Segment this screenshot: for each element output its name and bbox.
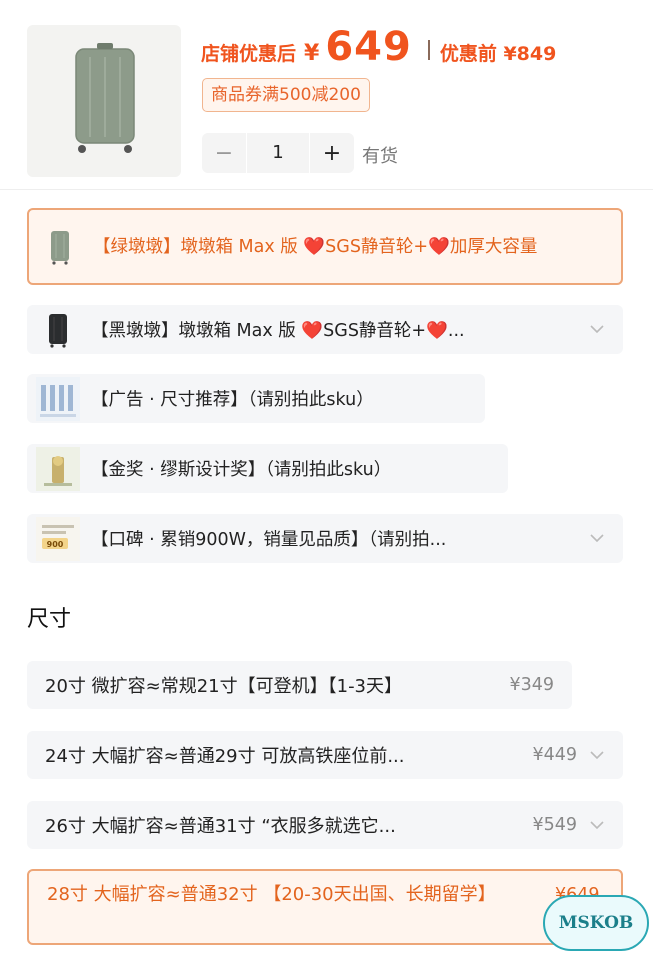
size-price: ¥349 xyxy=(509,675,554,695)
chevron-down-icon[interactable] xyxy=(585,750,609,760)
variant-option-award[interactable]: 【金奖 · 缪斯设计奖】（请别拍此sku） xyxy=(27,444,508,493)
reviews-icon: 900 xyxy=(35,516,81,562)
suitcase-image xyxy=(75,43,135,153)
price-value: 649 xyxy=(325,24,412,70)
decrease-button[interactable]: − xyxy=(202,133,246,173)
size-option-28[interactable]: 28寸 大幅扩容≈普通32寸 【20-30天出国、长期留学】 ¥649 xyxy=(27,869,623,945)
size-label: 20寸 微扩容≈常规21寸【可登机】【1-3天】 xyxy=(45,676,403,697)
size-label: 28寸 大幅扩容≈普通32寸 【20-30天出国、长期留学】 xyxy=(47,884,496,905)
chevron-down-icon[interactable] xyxy=(585,820,609,830)
watermark-logo: MSKOB xyxy=(543,895,649,951)
reviews-icon-number: 900 xyxy=(47,540,64,549)
size-label: 26寸 大幅扩容≈普通31寸 “衣服多就选它... xyxy=(45,816,396,837)
variant-option-size-ad[interactable]: 【广告 · 尺寸推荐】（请别拍此sku） xyxy=(27,374,485,423)
size-label: 24寸 大幅扩容≈普通29寸 可放高铁座位前... xyxy=(45,746,405,767)
price-currency: ¥ xyxy=(304,41,320,66)
variant-option-reviews[interactable]: 900 【口碑 · 累销900W，销量见品质】（请别拍... xyxy=(27,514,623,563)
quantity-stepper: − 1 + xyxy=(202,133,354,173)
variant-option-black[interactable]: 【黑墩墩】墩墩箱 Max 版 ❤️SGS静音轮+❤️... xyxy=(27,305,623,354)
chevron-down-icon[interactable] xyxy=(585,534,609,543)
price-row: 店铺优惠后 ¥ 649 优惠前 ¥849 xyxy=(201,24,556,76)
coupon-badge: 商品券满500减200 xyxy=(202,78,370,112)
price-divider xyxy=(427,40,430,60)
size-option-20[interactable]: 20寸 微扩容≈常规21寸【可登机】【1-3天】 ¥349 xyxy=(27,661,572,709)
quantity-value[interactable]: 1 xyxy=(246,133,310,173)
price-label: 店铺优惠后 xyxy=(201,43,297,65)
size-option-26[interactable]: 26寸 大幅扩容≈普通31寸 “衣服多就选它... ¥549 xyxy=(27,801,623,849)
size-chart-icon xyxy=(35,376,81,422)
stock-status: 有货 xyxy=(362,146,398,167)
variant-label: 【黑墩墩】墩墩箱 Max 版 ❤️SGS静音轮+❤️... xyxy=(91,321,465,341)
black-suitcase-icon xyxy=(35,307,81,353)
product-thumbnail[interactable] xyxy=(27,25,181,177)
size-price: ¥449 xyxy=(532,745,577,765)
size-section-title: 尺寸 xyxy=(27,607,72,632)
size-option-24[interactable]: 24寸 大幅扩容≈普通29寸 可放高铁座位前... ¥449 xyxy=(27,731,623,779)
chevron-down-icon[interactable] xyxy=(585,325,609,334)
variant-label: 【金奖 · 缪斯设计奖】（请别拍此sku） xyxy=(91,460,392,480)
variant-label: 【绿墩墩】墩墩箱 Max 版 ❤️SGS静音轮+❤️加厚大容量 xyxy=(93,236,538,257)
variant-label: 【广告 · 尺寸推荐】（请别拍此sku） xyxy=(91,390,374,410)
increase-button[interactable]: + xyxy=(310,133,354,173)
price-before: 优惠前 ¥849 xyxy=(439,43,557,65)
green-suitcase-icon xyxy=(37,224,83,270)
divider xyxy=(0,189,653,190)
award-icon xyxy=(35,446,81,492)
size-price: ¥549 xyxy=(532,815,577,835)
variant-option-green[interactable]: 【绿墩墩】墩墩箱 Max 版 ❤️SGS静音轮+❤️加厚大容量 xyxy=(27,208,623,285)
variant-label: 【口碑 · 累销900W，销量见品质】（请别拍... xyxy=(91,530,447,550)
